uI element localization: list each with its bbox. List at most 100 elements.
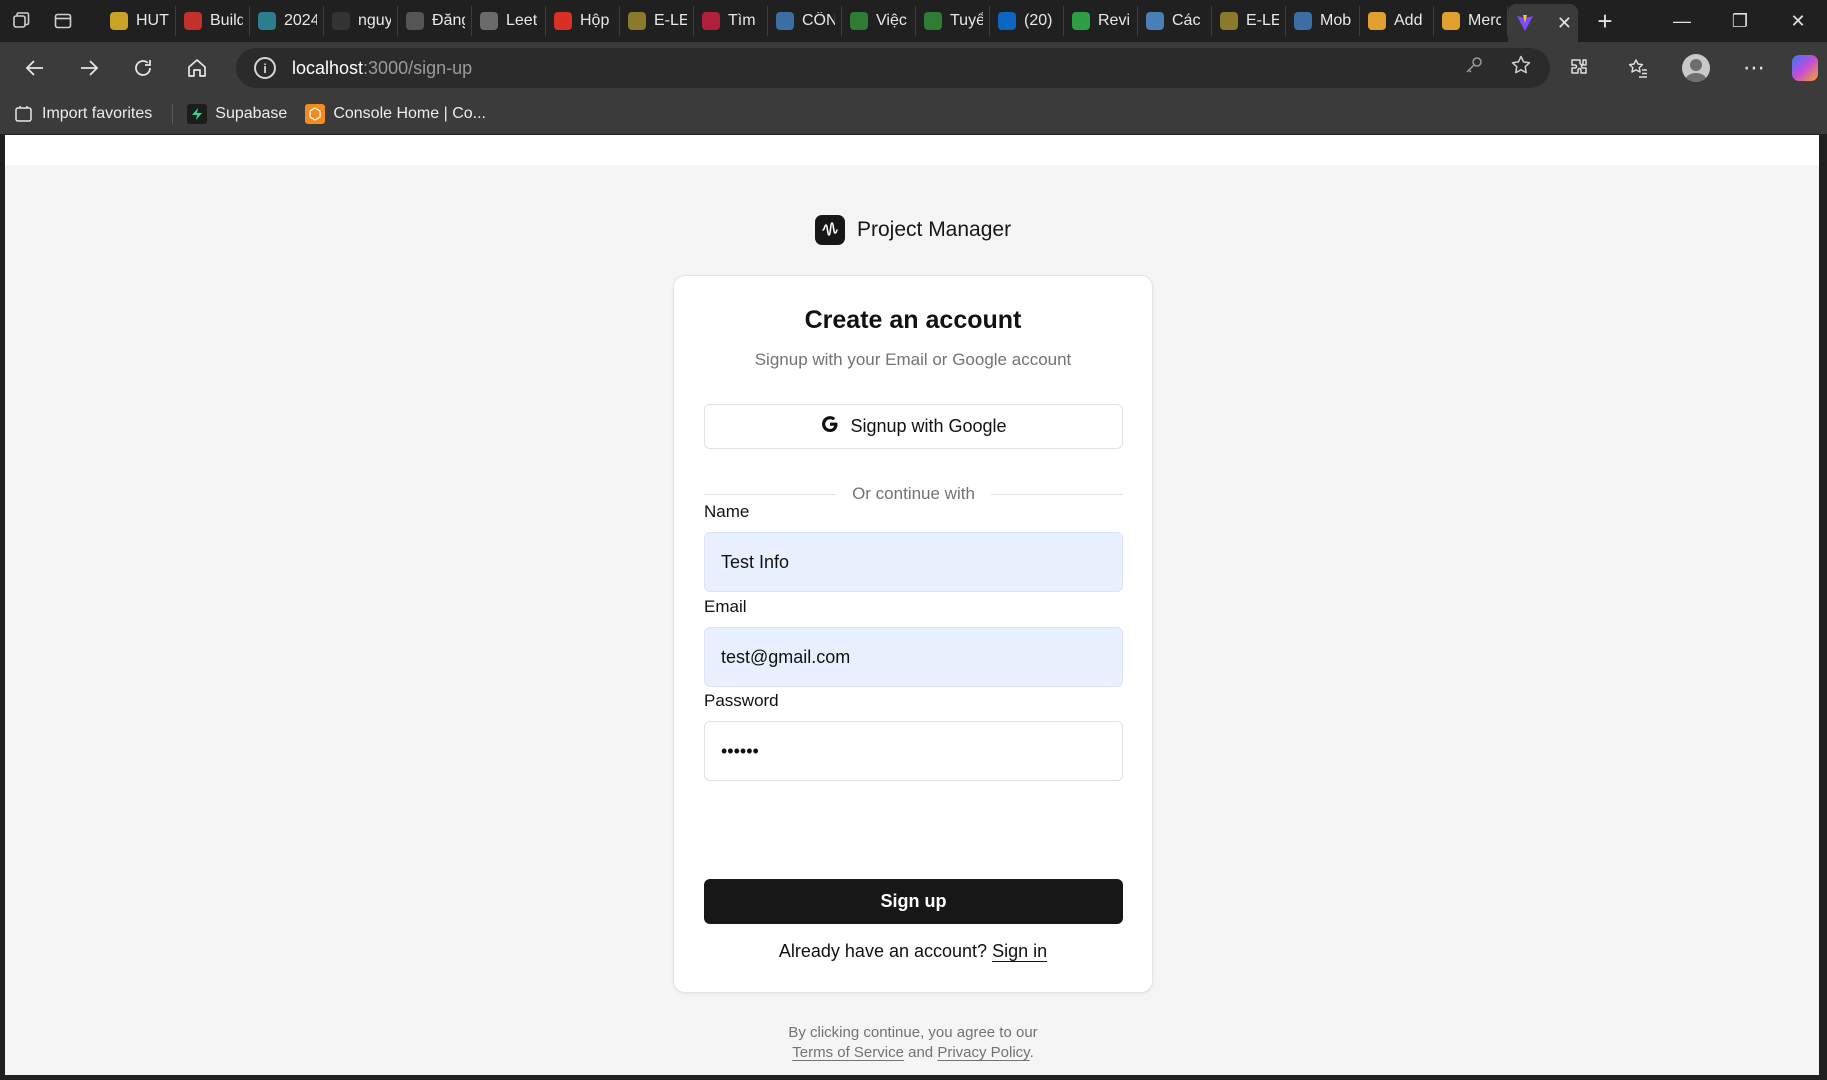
tab-item[interactable]: Mob [1286, 6, 1360, 36]
tab-label: Leet [506, 12, 538, 29]
tab-label: Các [1172, 12, 1201, 29]
globe-icon [406, 12, 424, 30]
tab-label: (20) [1024, 12, 1053, 29]
tab-label: nguy [358, 12, 391, 29]
tab-item[interactable]: nguy [324, 6, 398, 36]
google-icon [820, 414, 840, 439]
tab-label: Hộp [580, 12, 610, 29]
tab-item[interactable]: Leet [472, 6, 546, 36]
google-signup-label: Signup with Google [850, 416, 1007, 436]
tab-item[interactable]: Tìm [694, 6, 768, 36]
tab-item[interactable]: Hộp [546, 6, 620, 36]
terms-link[interactable]: Terms of Service [792, 1044, 904, 1061]
name-value: Test Info [721, 551, 790, 572]
github-icon [332, 12, 350, 30]
password-label: Password [704, 691, 779, 710]
refresh-icon[interactable] [116, 46, 170, 90]
password-field[interactable]: •••••• [704, 721, 1123, 781]
signin-prompt-text: Already have an account? [778, 941, 988, 961]
tab-active[interactable]: ✕ [1508, 4, 1578, 42]
extensions-icon[interactable] [1551, 42, 1609, 94]
search-icon [776, 12, 794, 30]
search-icon [1294, 12, 1312, 30]
or-divider: Or continue with [704, 482, 1123, 506]
privacy-link[interactable]: Privacy Policy [937, 1044, 1029, 1061]
favorite-label: Import favorites [42, 105, 153, 122]
page-top-band [5, 135, 1819, 165]
tab-label: Merc [1468, 12, 1501, 29]
favorite-import[interactable]: Import favorites [12, 99, 168, 129]
tab-label: Revi [1098, 12, 1131, 29]
copilot-icon[interactable] [1783, 42, 1827, 94]
stack-icon [1442, 12, 1460, 30]
restore-icon[interactable]: ❐ [1711, 0, 1769, 42]
brand-header[interactable]: Project Manager [815, 214, 1011, 246]
tab-item[interactable]: Việc [842, 6, 916, 36]
close-tab-icon[interactable]: ✕ [1557, 13, 1572, 34]
aws-icon [305, 104, 326, 124]
tab-label: E-LE [1246, 12, 1279, 29]
legal-notice: By clicking continue, you agree to our T… [673, 1023, 1153, 1063]
tab-item[interactable]: Add [1360, 6, 1434, 36]
legal-and: and [908, 1044, 934, 1061]
topcv-icon [850, 12, 868, 30]
new-tab-icon[interactable]: + [1584, 0, 1626, 42]
tab-item[interactable]: 2024 [250, 6, 324, 36]
favorite-label: Console Home | Co... [333, 105, 486, 122]
vertical-tabs-icon[interactable] [42, 0, 84, 42]
signup-submit-button[interactable]: Sign up [704, 879, 1123, 924]
favorite-star-icon[interactable] [1510, 54, 1532, 82]
signin-link[interactable]: Sign in [992, 941, 1047, 961]
name-label: Name [704, 502, 750, 521]
signin-prompt: Already have an account? Sign in [674, 941, 1152, 962]
favorites-list-icon[interactable] [1609, 42, 1667, 94]
home-icon[interactable] [170, 46, 224, 90]
tab-item[interactable]: Đăng [398, 6, 472, 36]
heart-icon [1072, 12, 1090, 30]
password-key-icon[interactable] [1464, 55, 1484, 81]
tab-item[interactable]: Các [1138, 6, 1212, 36]
scrollbar-edge [1819, 135, 1827, 1075]
url-text[interactable]: localhost:3000/sign-up [292, 58, 472, 79]
tab-label: Việc [876, 12, 907, 29]
email-field[interactable]: test@gmail.com [704, 627, 1123, 687]
email-value: test@gmail.com [721, 646, 851, 667]
forward-icon[interactable] [62, 46, 116, 90]
password-value: •••••• [721, 740, 759, 761]
address-bar[interactable]: i localhost:3000/sign-up [236, 48, 1550, 88]
tab-item[interactable]: Tuyể [916, 6, 990, 36]
more-menu-icon[interactable]: ⋯ [1725, 42, 1783, 94]
tab-item[interactable]: E-LE [1212, 6, 1286, 36]
workspaces-icon[interactable] [0, 0, 42, 42]
tab-item[interactable]: Merc [1434, 6, 1508, 36]
tab-item[interactable]: HUT [102, 6, 176, 36]
linkedin-icon [998, 12, 1016, 30]
bird-icon [1146, 12, 1164, 30]
tab-label: E-LE [654, 12, 687, 29]
tab-label: Tuyể [950, 12, 983, 29]
tab-item[interactable]: Revi [1064, 6, 1138, 36]
favorite-aws-console[interactable]: Console Home | Co... [303, 99, 502, 129]
back-icon[interactable] [8, 46, 62, 90]
favorite-supabase[interactable]: Supabase [185, 99, 303, 129]
vite-icon [1516, 14, 1534, 32]
tab-label: 2024 [284, 12, 317, 29]
minimize-icon[interactable]: — [1653, 0, 1711, 42]
profile-avatar[interactable] [1667, 42, 1725, 94]
card-title: Create an account [804, 306, 1022, 334]
site-info-icon[interactable]: i [254, 57, 276, 79]
tab-item[interactable]: E-LE [620, 6, 694, 36]
google-signup-button[interactable]: Signup with Google [704, 404, 1123, 449]
tab-label: Build [210, 12, 243, 29]
tab-label: Mob [1320, 12, 1352, 29]
tab-item[interactable]: (20) [990, 6, 1064, 36]
tab-item[interactable]: Build [176, 6, 250, 36]
import-icon [14, 104, 34, 124]
tab-item[interactable]: CÔN [768, 6, 842, 36]
shield-icon [110, 12, 128, 30]
window-close-icon[interactable]: ✕ [1769, 0, 1827, 42]
email-label: Email [704, 597, 747, 616]
name-field[interactable]: Test Info [704, 532, 1123, 592]
tab-label: Tìm [728, 12, 756, 29]
window-controls: — ❐ ✕ [1653, 0, 1827, 42]
